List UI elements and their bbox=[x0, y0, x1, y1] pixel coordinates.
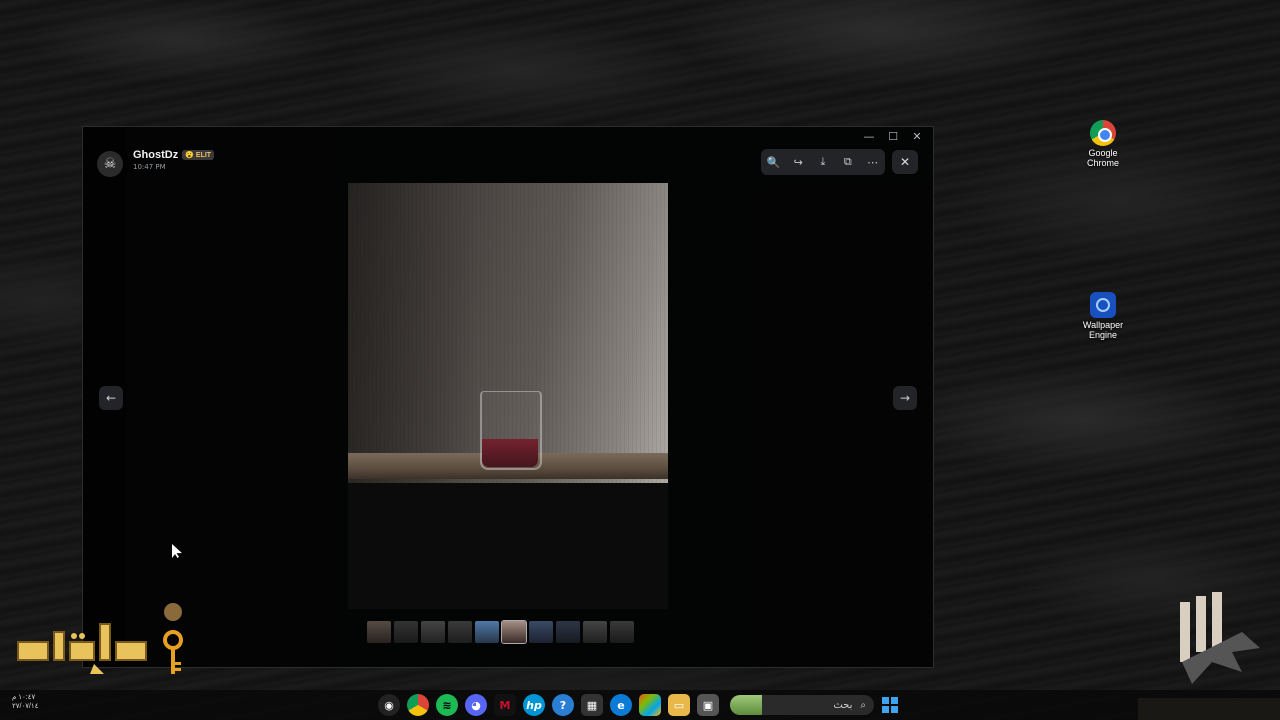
system-clock[interactable]: ١٠:٤٧ م ٢٧/٠٧/١٤ bbox=[12, 693, 38, 711]
thumbnail[interactable] bbox=[448, 621, 472, 643]
channel-logo-left bbox=[14, 612, 164, 687]
image-backdrop bbox=[348, 483, 668, 609]
media-image[interactable] bbox=[348, 183, 668, 483]
wallpaper-engine-icon bbox=[1090, 292, 1116, 318]
thumbnail-selected[interactable] bbox=[501, 620, 527, 644]
discord-icon[interactable]: ◕ bbox=[465, 694, 487, 716]
chrome-icon bbox=[1090, 120, 1116, 146]
taskbar: ◉ ≋ ◕ M hp ? ▦ e ▭ ▣ بحث ⌕ bbox=[0, 690, 1280, 720]
thumbnail[interactable] bbox=[475, 621, 499, 643]
media-toolbar: 🔍 ↪ ⤓ ⧉ ⋯ bbox=[761, 149, 885, 175]
thumbnail[interactable] bbox=[367, 621, 391, 643]
desktop-icon-wallpaper-engine[interactable]: Wallpaper Engine bbox=[1074, 292, 1132, 340]
thumbnail[interactable] bbox=[583, 621, 607, 643]
minimize-button[interactable]: — bbox=[857, 129, 881, 145]
task-view-icon[interactable]: ▣ bbox=[697, 694, 719, 716]
search-highlight-image bbox=[730, 695, 762, 715]
author-name[interactable]: GhostDz bbox=[133, 149, 178, 161]
taskbar-search[interactable]: بحث ⌕ bbox=[730, 695, 874, 715]
message-timestamp: 10:47 PM bbox=[133, 163, 166, 171]
store-icon[interactable]: ▦ bbox=[581, 694, 603, 716]
thumbnail[interactable] bbox=[421, 621, 445, 643]
download-icon[interactable]: ⤓ bbox=[813, 155, 833, 169]
author-badge: 😮 ELIT bbox=[182, 150, 215, 160]
copilot-icon[interactable] bbox=[639, 694, 661, 716]
discord-window: — ☐ ✕ ☠ GhostDz 😮 ELIT 10:47 PM 🔍 ↪ ⤓ ⧉ … bbox=[82, 126, 934, 668]
hp-icon[interactable]: hp bbox=[523, 694, 545, 716]
search-icon: ⌕ bbox=[860, 699, 866, 711]
clock-time: ١٠:٤٧ م bbox=[12, 694, 36, 701]
window-controls: — ☐ ✕ bbox=[857, 129, 929, 145]
search-placeholder: بحث bbox=[833, 699, 853, 711]
thumbnail[interactable] bbox=[610, 621, 634, 643]
file-explorer-icon[interactable]: ▭ bbox=[668, 694, 690, 716]
steam-icon[interactable]: ◉ bbox=[378, 694, 400, 716]
clock-date: ٢٧/٠٧/١٤ bbox=[12, 703, 39, 710]
thumbnail[interactable] bbox=[394, 621, 418, 643]
mcafee-icon[interactable]: M bbox=[494, 694, 516, 716]
thumbnail-strip bbox=[367, 620, 634, 644]
spotify-icon[interactable]: ≋ bbox=[436, 694, 458, 716]
zoom-icon[interactable]: 🔍 bbox=[763, 156, 783, 169]
windows-start-icon[interactable] bbox=[882, 697, 898, 713]
taskbar-apps: ◉ ≋ ◕ M hp ? ▦ e ▭ ▣ bbox=[378, 694, 719, 716]
chrome-taskbar-icon[interactable] bbox=[407, 694, 429, 716]
thumbnail[interactable] bbox=[529, 621, 553, 643]
window-close-button[interactable]: ✕ bbox=[905, 129, 929, 145]
next-arrow-icon[interactable]: → bbox=[893, 386, 917, 410]
channel-logo-right bbox=[1180, 592, 1260, 684]
desktop-icon-google-chrome[interactable]: Google Chrome bbox=[1074, 120, 1132, 168]
desktop-icon-label: Wallpaper Engine bbox=[1082, 320, 1124, 340]
glass-object bbox=[480, 391, 542, 470]
media-author: ☠ GhostDz 😮 ELIT 10:47 PM bbox=[97, 149, 215, 177]
previous-arrow-icon[interactable]: ← bbox=[99, 386, 123, 410]
edge-icon[interactable]: e bbox=[610, 694, 632, 716]
close-viewer-button[interactable]: ✕ bbox=[892, 150, 918, 174]
desktop-icon-label: Google Chrome bbox=[1086, 148, 1119, 168]
avatar[interactable]: ☠ bbox=[97, 151, 123, 177]
more-options-icon[interactable]: ⋯ bbox=[863, 156, 883, 169]
forward-icon[interactable]: ↪ bbox=[788, 156, 808, 169]
open-in-browser-icon[interactable]: ⧉ bbox=[838, 155, 858, 169]
help-icon[interactable]: ? bbox=[552, 694, 574, 716]
maximize-button[interactable]: ☐ bbox=[881, 129, 905, 145]
key-icon bbox=[163, 603, 183, 674]
thumbnail[interactable] bbox=[556, 621, 580, 643]
image-shadow bbox=[348, 183, 476, 483]
